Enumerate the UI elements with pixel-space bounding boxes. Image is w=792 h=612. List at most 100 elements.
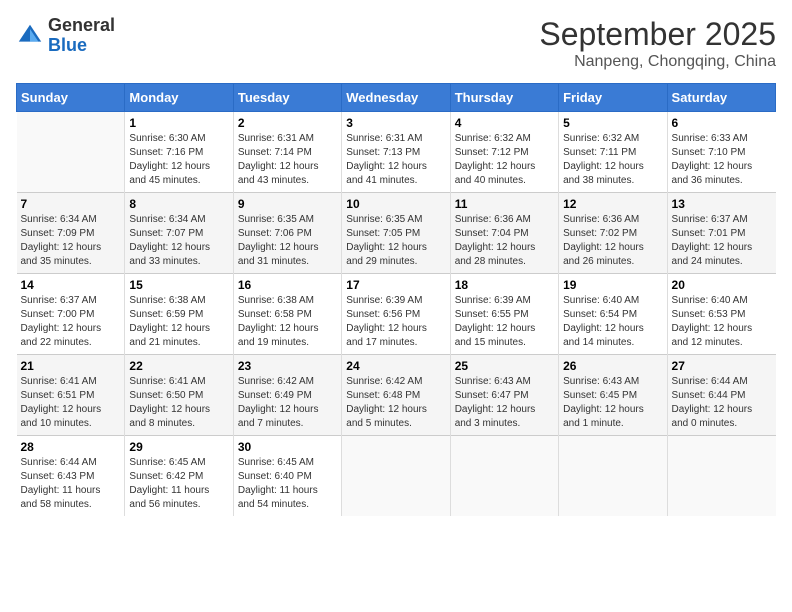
day-number: 17 xyxy=(346,278,445,292)
day-info: Sunrise: 6:30 AMSunset: 7:16 PMDaylight:… xyxy=(129,132,228,188)
day-info: Sunrise: 6:36 AMSunset: 7:02 PMDaylight:… xyxy=(563,213,662,269)
day-info: Sunrise: 6:39 AMSunset: 6:56 PMDaylight:… xyxy=(346,294,445,350)
calendar-table: SundayMondayTuesdayWednesdayThursdayFrid… xyxy=(16,83,776,516)
day-info: Sunrise: 6:45 AMSunset: 6:42 PMDaylight:… xyxy=(129,456,228,512)
calendar-cell: 30 Sunrise: 6:45 AMSunset: 6:40 PMDayligh… xyxy=(233,436,341,517)
day-number: 15 xyxy=(129,278,228,292)
calendar-week-5: 28Sunrise: 6:44 AMSunset: 6:43 PMDayligh… xyxy=(17,436,776,517)
day-number: 30 xyxy=(238,440,337,454)
calendar-cell: 21 Sunrise: 6:41 AMSunset: 6:51 PMDayligh… xyxy=(17,355,125,436)
calendar-cell: 16Sunrise: 6:38 AMSunset: 6:58 PMDayligh… xyxy=(233,274,341,355)
day-info: Sunrise: 6:39 AMSunset: 6:55 PMDaylight:… xyxy=(455,294,554,350)
day-number: 21 xyxy=(21,359,121,373)
calendar-cell: 11Sunrise: 6:36 AMSunset: 7:04 PMDayligh… xyxy=(450,193,558,274)
day-number: 14 xyxy=(21,278,121,292)
month-title: September 2025 xyxy=(539,16,776,53)
calendar-cell: 20 Sunrise: 6:40 AMSunset: 6:53 PMDayligh… xyxy=(667,274,775,355)
calendar-cell: 28Sunrise: 6:44 AMSunset: 6:43 PMDayligh… xyxy=(17,436,125,517)
weekday-header-sunday: Sunday xyxy=(17,84,125,112)
day-info: Sunrise: 6:38 AMSunset: 6:59 PMDaylight:… xyxy=(129,294,228,350)
day-number: 9 xyxy=(238,197,337,211)
calendar-cell: 5 Sunrise: 6:32 AMSunset: 7:11 PMDaylight… xyxy=(559,112,667,193)
logo: General Blue xyxy=(16,16,115,56)
calendar-week-1: 1 Sunrise: 6:30 AMSunset: 7:16 PMDaylight… xyxy=(17,112,776,193)
calendar-cell: 4 Sunrise: 6:32 AMSunset: 7:12 PMDaylight… xyxy=(450,112,558,193)
logo-icon xyxy=(16,22,44,50)
day-number: 19 xyxy=(563,278,662,292)
logo-text: General Blue xyxy=(48,16,115,56)
day-number: 26 xyxy=(563,359,662,373)
day-number: 22 xyxy=(129,359,228,373)
calendar-week-3: 14 Sunrise: 6:37 AMSunset: 7:00 PMDayligh… xyxy=(17,274,776,355)
day-number: 16 xyxy=(238,278,337,292)
day-number: 3 xyxy=(346,116,445,130)
day-number: 4 xyxy=(455,116,554,130)
calendar-cell: 12 Sunrise: 6:36 AMSunset: 7:02 PMDayligh… xyxy=(559,193,667,274)
day-info: Sunrise: 6:40 AMSunset: 6:54 PMDaylight:… xyxy=(563,294,662,350)
day-info: Sunrise: 6:32 AMSunset: 7:11 PMDaylight:… xyxy=(563,132,662,188)
calendar-cell xyxy=(17,112,125,193)
calendar-cell: 27 Sunrise: 6:44 AMSunset: 6:44 PMDayligh… xyxy=(667,355,775,436)
day-number: 2 xyxy=(238,116,337,130)
day-info: Sunrise: 6:44 AMSunset: 6:43 PMDaylight:… xyxy=(21,456,121,512)
day-info: Sunrise: 6:33 AMSunset: 7:10 PMDaylight:… xyxy=(672,132,772,188)
calendar-cell xyxy=(559,436,667,517)
location-title: Nanpeng, Chongqing, China xyxy=(539,53,776,71)
weekday-header-wednesday: Wednesday xyxy=(342,84,450,112)
calendar-cell: 25 Sunrise: 6:43 AMSunset: 6:47 PMDayligh… xyxy=(450,355,558,436)
day-info: Sunrise: 6:37 AMSunset: 7:01 PMDaylight:… xyxy=(672,213,772,269)
day-number: 1 xyxy=(129,116,228,130)
day-info: Sunrise: 6:43 AMSunset: 6:45 PMDaylight:… xyxy=(563,375,662,431)
day-number: 23 xyxy=(238,359,337,373)
day-number: 29 xyxy=(129,440,228,454)
calendar-cell: 18 Sunrise: 6:39 AMSunset: 6:55 PMDayligh… xyxy=(450,274,558,355)
calendar-cell xyxy=(450,436,558,517)
day-number: 13 xyxy=(672,197,772,211)
day-number: 7 xyxy=(21,197,121,211)
day-number: 11 xyxy=(455,197,554,211)
weekday-header-thursday: Thursday xyxy=(450,84,558,112)
day-info: Sunrise: 6:37 AMSunset: 7:00 PMDaylight:… xyxy=(21,294,121,350)
day-number: 20 xyxy=(672,278,772,292)
day-number: 10 xyxy=(346,197,445,211)
day-info: Sunrise: 6:41 AMSunset: 6:50 PMDaylight:… xyxy=(129,375,228,431)
top-section: General Blue September 2025 Nanpeng, Cho… xyxy=(16,16,776,71)
day-info: Sunrise: 6:31 AMSunset: 7:14 PMDaylight:… xyxy=(238,132,337,188)
calendar-cell: 8Sunrise: 6:34 AMSunset: 7:07 PMDaylight… xyxy=(125,193,233,274)
day-info: Sunrise: 6:34 AMSunset: 7:09 PMDaylight:… xyxy=(21,213,121,269)
calendar-cell: 1 Sunrise: 6:30 AMSunset: 7:16 PMDaylight… xyxy=(125,112,233,193)
day-number: 5 xyxy=(563,116,662,130)
day-info: Sunrise: 6:43 AMSunset: 6:47 PMDaylight:… xyxy=(455,375,554,431)
calendar-cell: 14 Sunrise: 6:37 AMSunset: 7:00 PMDayligh… xyxy=(17,274,125,355)
calendar-cell: 22 Sunrise: 6:41 AMSunset: 6:50 PMDayligh… xyxy=(125,355,233,436)
calendar-cell: 15 Sunrise: 6:38 AMSunset: 6:59 PMDayligh… xyxy=(125,274,233,355)
calendar-cell: 13 Sunrise: 6:37 AMSunset: 7:01 PMDayligh… xyxy=(667,193,775,274)
calendar-cell: 2 Sunrise: 6:31 AMSunset: 7:14 PMDaylight… xyxy=(233,112,341,193)
calendar-cell: 3 Sunrise: 6:31 AMSunset: 7:13 PMDaylight… xyxy=(342,112,450,193)
day-info: Sunrise: 6:32 AMSunset: 7:12 PMDaylight:… xyxy=(455,132,554,188)
day-number: 12 xyxy=(563,197,662,211)
weekday-header-monday: Monday xyxy=(125,84,233,112)
calendar-week-4: 21 Sunrise: 6:41 AMSunset: 6:51 PMDayligh… xyxy=(17,355,776,436)
day-info: Sunrise: 6:44 AMSunset: 6:44 PMDaylight:… xyxy=(672,375,772,431)
day-info: Sunrise: 6:34 AMSunset: 7:07 PMDaylight:… xyxy=(129,213,228,269)
calendar-cell: 6 Sunrise: 6:33 AMSunset: 7:10 PMDaylight… xyxy=(667,112,775,193)
day-number: 27 xyxy=(672,359,772,373)
calendar-cell: 26 Sunrise: 6:43 AMSunset: 6:45 PMDayligh… xyxy=(559,355,667,436)
calendar-cell: 10Sunrise: 6:35 AMSunset: 7:05 PMDayligh… xyxy=(342,193,450,274)
calendar-cell: 24Sunrise: 6:42 AMSunset: 6:48 PMDayligh… xyxy=(342,355,450,436)
title-block: September 2025 Nanpeng, Chongqing, China xyxy=(539,16,776,71)
day-info: Sunrise: 6:35 AMSunset: 7:06 PMDaylight:… xyxy=(238,213,337,269)
weekday-header-tuesday: Tuesday xyxy=(233,84,341,112)
day-number: 6 xyxy=(672,116,772,130)
day-number: 25 xyxy=(455,359,554,373)
day-info: Sunrise: 6:45 AMSunset: 6:40 PMDaylight:… xyxy=(238,456,337,512)
day-info: Sunrise: 6:42 AMSunset: 6:49 PMDaylight:… xyxy=(238,375,337,431)
calendar-week-2: 7 Sunrise: 6:34 AMSunset: 7:09 PMDaylight… xyxy=(17,193,776,274)
day-info: Sunrise: 6:40 AMSunset: 6:53 PMDaylight:… xyxy=(672,294,772,350)
day-number: 18 xyxy=(455,278,554,292)
weekday-header-row: SundayMondayTuesdayWednesdayThursdayFrid… xyxy=(17,84,776,112)
day-info: Sunrise: 6:31 AMSunset: 7:13 PMDaylight:… xyxy=(346,132,445,188)
day-info: Sunrise: 6:41 AMSunset: 6:51 PMDaylight:… xyxy=(21,375,121,431)
weekday-header-friday: Friday xyxy=(559,84,667,112)
